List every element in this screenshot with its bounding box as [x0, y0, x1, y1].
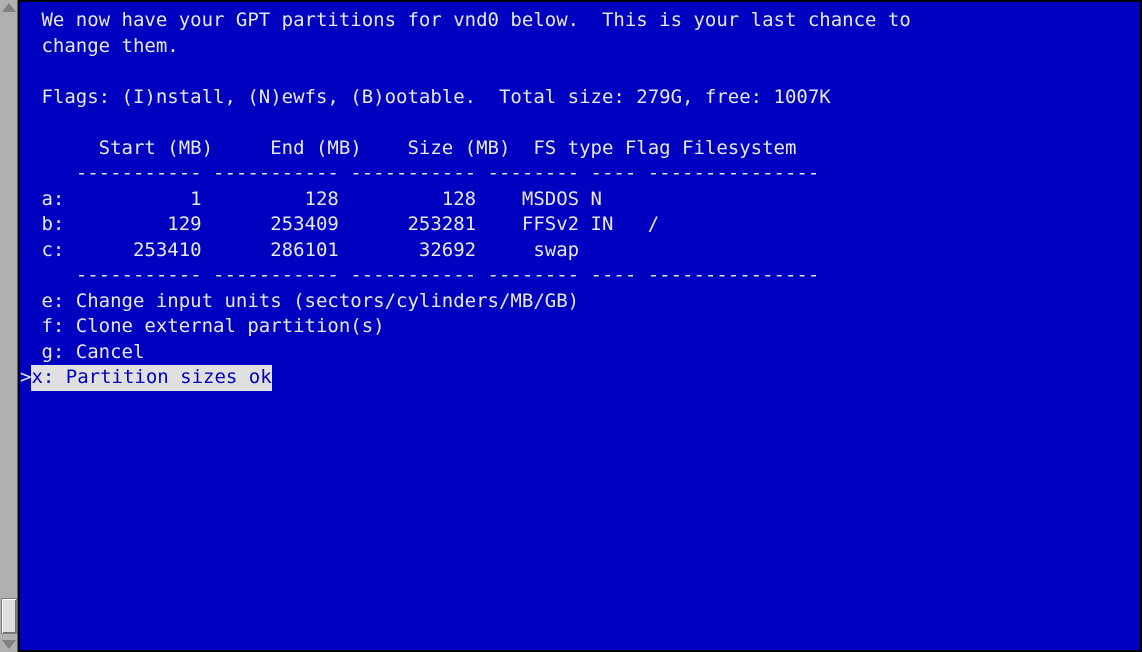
blank-line [20, 110, 1140, 136]
scroll-up-arrow-icon[interactable] [2, 3, 16, 12]
selected-menu-item[interactable]: x: Partition sizes ok [31, 365, 271, 391]
menu-f-clone-external[interactable]: f: Clone external partition(s) [20, 314, 1140, 340]
intro-line-2: change them. [20, 34, 1140, 60]
vertical-scrollbar[interactable] [0, 0, 18, 652]
flags-line: Flags: (I)nstall, (N)ewfs, (B)ootable. T… [20, 85, 1140, 111]
partition-row-b[interactable]: b: 129 253409 253281 FFSv2 IN / [20, 212, 1140, 238]
cursor-marker: > [20, 366, 31, 388]
footer-rule: ----------- ----------- ----------- ----… [20, 263, 1140, 289]
terminal-screen: We now have your GPT partitions for vnd0… [18, 0, 1142, 652]
menu-e-change-units[interactable]: e: Change input units (sectors/cylinders… [20, 289, 1140, 315]
scroll-down-arrow-icon[interactable] [2, 640, 16, 649]
header-rule: ----------- ----------- ----------- ----… [20, 161, 1140, 187]
menu-g-cancel[interactable]: g: Cancel [20, 340, 1140, 366]
partition-row-c[interactable]: c: 253410 286101 32692 swap [20, 238, 1140, 264]
menu-x-partition-sizes-ok[interactable]: >x: Partition sizes ok [20, 365, 1140, 391]
partition-row-a[interactable]: a: 1 128 128 MSDOS N [20, 187, 1140, 213]
intro-line-1: We now have your GPT partitions for vnd0… [20, 8, 1140, 34]
scrollbar-thumb[interactable] [1, 598, 17, 634]
column-headers: Start (MB) End (MB) Size (MB) FS type Fl… [20, 136, 1140, 162]
blank-line [20, 59, 1140, 85]
